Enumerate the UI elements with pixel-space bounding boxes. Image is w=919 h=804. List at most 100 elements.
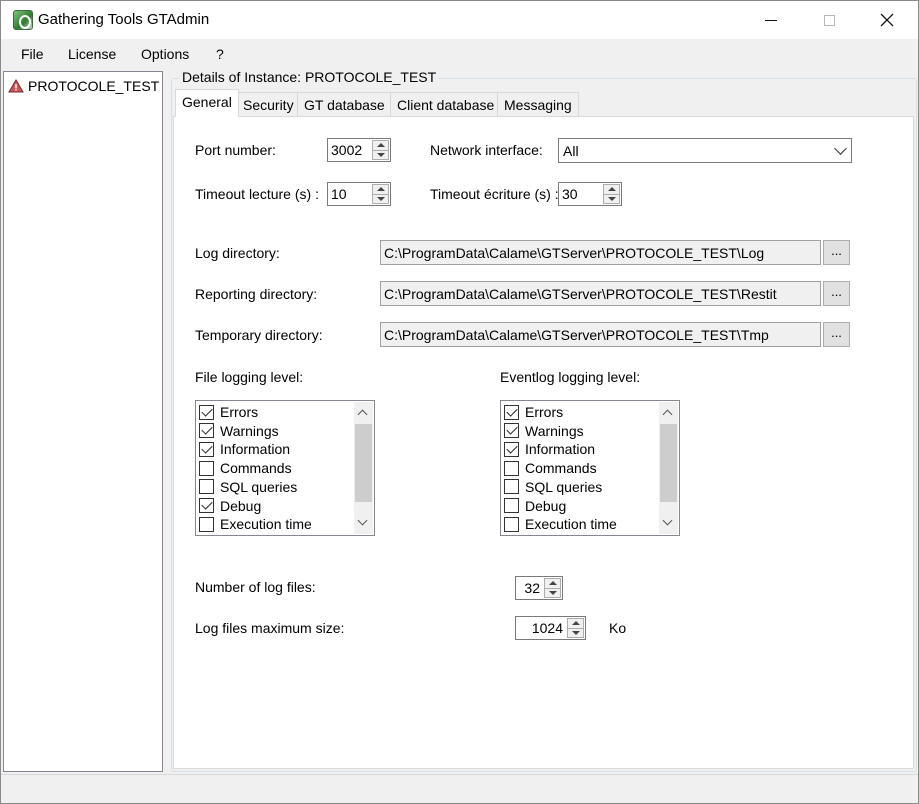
file-logging-checkbox[interactable]	[199, 516, 214, 532]
file-logging-item-label: Debug	[220, 497, 262, 514]
eventlog-logging-item-label: Debug	[525, 497, 567, 514]
file-logging-checkbox[interactable]	[199, 498, 214, 513]
eventlog-logging-item-label: SQL queries	[525, 478, 603, 495]
file-logging-list-item[interactable]: Information	[199, 440, 290, 458]
eventlog-logging-checkbox[interactable]	[504, 423, 519, 439]
file-logging-list-item[interactable]: Errors	[199, 403, 258, 421]
log-directory-value: C:\ProgramData\Calame\GTServer\PROTOCOLE…	[384, 245, 765, 261]
eventlog-logging-item-label: Information	[525, 441, 596, 458]
scroll-thumb[interactable]	[355, 424, 372, 502]
reporting-directory-label: Reporting directory:	[195, 286, 318, 302]
tab-gt-database[interactable]: GT database	[297, 92, 392, 116]
group-title: Details of Instance: PROTOCOLE_TEST	[179, 69, 440, 85]
file-logging-list-item[interactable]: SQL queries	[199, 478, 297, 496]
port-stepper[interactable]: 3002	[327, 138, 391, 162]
tab-security[interactable]: Security	[236, 92, 301, 116]
file-logging-checkbox[interactable]	[199, 423, 214, 439]
reporting-directory-browse-button[interactable]: ...	[823, 281, 850, 306]
eventlog-logging-list-item[interactable]: SQL queries	[504, 478, 602, 496]
reporting-directory-value: C:\ProgramData\Calame\GTServer\PROTOCOLE…	[384, 286, 777, 302]
title-bar[interactable]: Gathering Tools GTAdmin	[1, 1, 918, 39]
file-logging-item-label: Commands	[220, 460, 292, 477]
port-label: Port number:	[195, 142, 276, 158]
menu-help[interactable]: ?	[216, 46, 224, 62]
scroll-thumb[interactable]	[660, 424, 677, 502]
tab-general[interactable]: General	[175, 89, 239, 117]
temporary-directory-value: C:\ProgramData\Calame\GTServer\PROTOCOLE…	[384, 327, 769, 343]
menu-options[interactable]: Options	[141, 46, 189, 62]
log-directory-label: Log directory:	[195, 245, 280, 261]
file-logging-checkbox[interactable]	[199, 460, 214, 476]
timeout-write-value: 30	[562, 186, 578, 202]
max-size-unit: Ko	[609, 620, 627, 636]
file-logging-item-label: Information	[220, 441, 291, 458]
max-size-spin-buttons[interactable]	[567, 618, 584, 638]
file-logging-item-label: Execution time	[220, 516, 312, 533]
temporary-directory-browse-button[interactable]: ...	[823, 322, 850, 347]
eventlog-logging-label: Eventlog logging level:	[500, 369, 641, 385]
timeout-read-spin-buttons[interactable]	[372, 184, 389, 204]
eventlog-logging-list[interactable]: Errors Warnings Information Commands SQL que…	[500, 400, 680, 536]
num-log-files-stepper[interactable]: 32	[515, 576, 563, 600]
file-logging-checkbox[interactable]	[199, 479, 214, 495]
eventlog-logging-checkbox[interactable]	[504, 460, 519, 476]
eventlog-logging-scrollbar[interactable]	[659, 402, 678, 534]
chevron-down-icon	[834, 142, 847, 155]
maximize-button[interactable]	[806, 1, 852, 39]
scroll-down-icon[interactable]	[662, 515, 673, 526]
network-interface-select[interactable]: All	[558, 138, 852, 163]
eventlog-logging-list-item[interactable]: Information	[504, 440, 595, 458]
file-logging-checkbox[interactable]	[199, 404, 214, 420]
log-directory-browse-button[interactable]: ...	[823, 240, 850, 265]
instance-tree[interactable]: PROTOCOLE_TEST	[3, 71, 163, 772]
eventlog-logging-item-label: Execution time	[525, 516, 617, 533]
log-directory-field: C:\ProgramData\Calame\GTServer\PROTOCOLE…	[380, 240, 821, 265]
eventlog-logging-list-item[interactable]: Execution time	[504, 515, 617, 533]
scroll-up-icon[interactable]	[357, 409, 368, 420]
timeout-write-spin-buttons[interactable]	[603, 184, 620, 204]
eventlog-logging-checkbox[interactable]	[504, 404, 519, 420]
eventlog-logging-list-item[interactable]: Commands	[504, 459, 597, 477]
minimize-button[interactable]	[748, 1, 794, 39]
eventlog-logging-checkbox[interactable]	[504, 516, 519, 532]
eventlog-logging-item-label: Commands	[525, 460, 597, 477]
file-logging-label: File logging level:	[195, 369, 304, 385]
file-logging-list-item[interactable]: Debug	[199, 497, 261, 515]
timeout-read-stepper[interactable]: 10	[327, 182, 391, 206]
port-value: 3002	[331, 142, 363, 158]
file-logging-list-item[interactable]: Commands	[199, 459, 292, 477]
file-logging-list-item[interactable]: Warnings	[199, 422, 279, 440]
port-spin-buttons[interactable]	[372, 140, 389, 160]
max-size-value: 1024	[531, 620, 563, 636]
file-logging-scrollbar[interactable]	[354, 402, 373, 534]
tab-client-database[interactable]: Client database	[390, 92, 502, 116]
eventlog-logging-checkbox[interactable]	[504, 498, 519, 513]
eventlog-logging-list-item[interactable]: Warnings	[504, 422, 584, 440]
timeout-write-stepper[interactable]: 30	[558, 182, 622, 206]
max-size-stepper[interactable]: 1024	[515, 616, 586, 640]
eventlog-logging-checkbox[interactable]	[504, 479, 519, 495]
reporting-directory-field: C:\ProgramData\Calame\GTServer\PROTOCOLE…	[380, 281, 821, 306]
timeout-write-label: Timeout écriture (s) :	[430, 186, 559, 202]
eventlog-logging-list-item[interactable]: Debug	[504, 497, 566, 515]
tab-messaging[interactable]: Messaging	[497, 92, 579, 116]
menu-license[interactable]: License	[68, 46, 116, 62]
scroll-down-icon[interactable]	[357, 515, 368, 526]
menu-file[interactable]: File	[21, 46, 44, 62]
network-interface-value: All	[563, 143, 579, 159]
menu-bar: File License Options ?	[1, 39, 918, 69]
main-window: Gathering Tools GTAdmin File License Opt…	[0, 0, 919, 804]
minimize-icon	[765, 19, 777, 21]
eventlog-logging-list-item[interactable]: Errors	[504, 403, 563, 421]
eventlog-logging-checkbox[interactable]	[504, 441, 519, 457]
file-logging-checkbox[interactable]	[199, 441, 214, 457]
app-icon	[13, 10, 33, 30]
file-logging-list-item[interactable]: Execution time	[199, 515, 312, 533]
file-logging-item-label: Errors	[220, 404, 259, 420]
num-log-files-label: Number of log files:	[195, 579, 316, 595]
close-button[interactable]	[864, 1, 910, 39]
num-log-files-spin-buttons[interactable]	[544, 578, 561, 598]
tree-item-instance[interactable]: PROTOCOLE_TEST	[8, 78, 159, 94]
scroll-up-icon[interactable]	[662, 409, 673, 420]
file-logging-list[interactable]: Errors Warnings Information Commands SQL que…	[195, 400, 375, 536]
